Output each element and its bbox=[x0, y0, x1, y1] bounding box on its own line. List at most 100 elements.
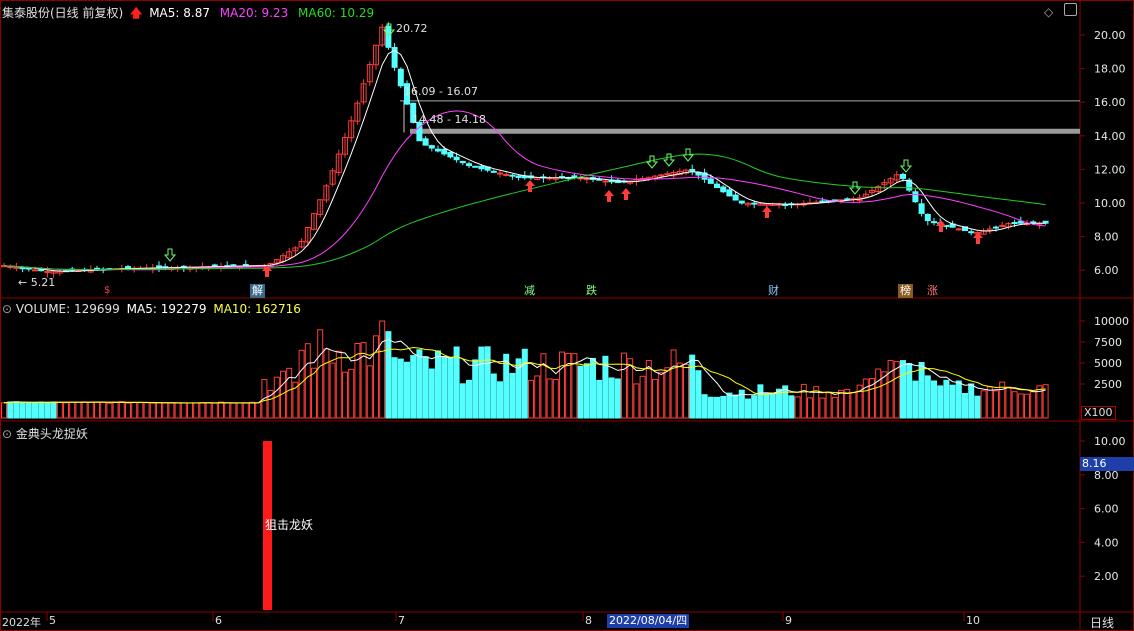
volume-tick-label: 7500 bbox=[1094, 336, 1122, 349]
candle-body bbox=[441, 148, 448, 155]
volume-bar bbox=[751, 395, 758, 419]
badge-jian[interactable]: 减 bbox=[522, 284, 537, 298]
volume-bar bbox=[614, 378, 621, 419]
volume-bar bbox=[546, 378, 553, 419]
sell-signal-arrow-icon bbox=[848, 181, 862, 195]
candle-body bbox=[751, 202, 758, 205]
indicator-title[interactable]: 金典头龙捉妖 bbox=[16, 427, 88, 441]
ma5-line bbox=[3, 49, 1046, 272]
volume-bar bbox=[162, 402, 169, 419]
buy-signal-arrow-icon bbox=[762, 206, 772, 218]
volume-bar bbox=[1030, 391, 1037, 419]
volume-bar bbox=[242, 402, 249, 419]
current-value-tag: 8.16 bbox=[1080, 457, 1134, 471]
volume-bar bbox=[714, 396, 720, 419]
volume-bar bbox=[912, 380, 919, 419]
badge-jie[interactable]: 解 bbox=[250, 284, 265, 298]
volume-bar bbox=[25, 402, 32, 419]
volume-bar bbox=[112, 401, 119, 419]
price-tick-label: 18.00 bbox=[1094, 63, 1126, 76]
ma20-value: MA20: 9.23 bbox=[219, 6, 289, 20]
volume-bar bbox=[825, 392, 832, 419]
period-label[interactable]: 日线 bbox=[1090, 614, 1114, 631]
candle-body bbox=[422, 138, 429, 146]
volume-bar bbox=[831, 396, 838, 419]
volume-bar bbox=[218, 401, 224, 419]
badge-die[interactable]: 跌 bbox=[584, 284, 599, 298]
volume-bar bbox=[893, 361, 900, 419]
volume-bar bbox=[143, 402, 150, 419]
volume-bar bbox=[7, 401, 14, 419]
buy-signal-arrow-icon bbox=[936, 220, 946, 232]
candle-body bbox=[13, 266, 20, 269]
collapse-icon[interactable]: ⊙ bbox=[2, 302, 12, 316]
collapse-icon[interactable]: ⊙ bbox=[2, 427, 12, 441]
candle-body bbox=[912, 191, 919, 203]
volume-bar bbox=[118, 401, 125, 419]
candle-body bbox=[515, 175, 522, 178]
volume-bar bbox=[391, 357, 398, 419]
volume-bar bbox=[286, 367, 293, 419]
volume-bar bbox=[800, 383, 807, 419]
month-label-aug: 8 bbox=[585, 614, 592, 627]
volume-bar bbox=[404, 361, 410, 419]
candle-body bbox=[459, 160, 466, 164]
diamond-icon[interactable]: ◇ bbox=[1044, 5, 1053, 19]
badge-dollar[interactable]: $ bbox=[102, 284, 112, 298]
candle-body bbox=[993, 226, 999, 229]
volume-bar bbox=[980, 390, 987, 419]
volume-bar bbox=[478, 346, 485, 419]
year-label: 2022年 bbox=[2, 616, 41, 629]
sell-signal-arrow-icon bbox=[662, 153, 676, 167]
candle-body bbox=[689, 168, 696, 172]
candle-body bbox=[738, 200, 745, 204]
volume-bar bbox=[689, 354, 696, 419]
vol-ma10-value: MA10: 162716 bbox=[213, 302, 301, 316]
volume-bar bbox=[317, 329, 324, 419]
ma60-value: MA60: 10.29 bbox=[298, 6, 375, 20]
volume-bar bbox=[236, 402, 243, 419]
volume-bar bbox=[924, 375, 931, 419]
volume-bar bbox=[745, 398, 751, 419]
volume-bar bbox=[552, 378, 559, 419]
badge-bang[interactable]: 榜 bbox=[898, 284, 913, 298]
candle-body bbox=[435, 148, 441, 152]
volume-bar bbox=[38, 401, 45, 419]
volume-bar bbox=[379, 320, 386, 419]
candle-body bbox=[478, 165, 485, 170]
volume-bar bbox=[807, 397, 813, 419]
candle-body bbox=[918, 203, 925, 214]
volume-bar bbox=[782, 385, 789, 419]
candle-body bbox=[1011, 222, 1018, 225]
candle-body bbox=[453, 156, 460, 161]
price-tick-label: 20.00 bbox=[1094, 29, 1126, 42]
volume-bar bbox=[1017, 393, 1024, 419]
stock-name[interactable]: 集泰股份(日线 前复权) bbox=[2, 6, 123, 20]
candle-body bbox=[924, 213, 931, 222]
volume-bar bbox=[757, 384, 764, 419]
price-tick-label: 12.00 bbox=[1094, 163, 1126, 176]
volume-bar bbox=[329, 362, 336, 419]
volume-bar bbox=[385, 331, 392, 419]
candle-body bbox=[32, 269, 38, 272]
sell-signal-arrow-icon bbox=[899, 159, 913, 173]
volume-bar bbox=[335, 350, 342, 419]
volume-bar bbox=[695, 370, 702, 419]
volume-tick-label: 2500 bbox=[1094, 378, 1122, 391]
volume-bar bbox=[156, 402, 162, 419]
high-price-label: 20.72 bbox=[396, 22, 428, 35]
volume-bar bbox=[955, 380, 962, 419]
volume-bar bbox=[125, 402, 131, 419]
volume-bar bbox=[763, 393, 770, 419]
candle-body bbox=[900, 173, 906, 179]
range-label-2: 14.48 - 14.18 bbox=[412, 113, 486, 126]
badge-zhang[interactable]: 涨 bbox=[925, 284, 940, 298]
volume-tick-label: 5000 bbox=[1094, 357, 1122, 370]
volume-bar bbox=[881, 371, 888, 419]
badge-cai[interactable]: 财 bbox=[766, 284, 781, 298]
volume-bar bbox=[180, 402, 187, 419]
expand-panel-button[interactable] bbox=[1064, 3, 1077, 16]
volume-bar bbox=[149, 402, 156, 419]
volume-bar bbox=[701, 394, 708, 419]
volume-bar bbox=[986, 386, 993, 419]
